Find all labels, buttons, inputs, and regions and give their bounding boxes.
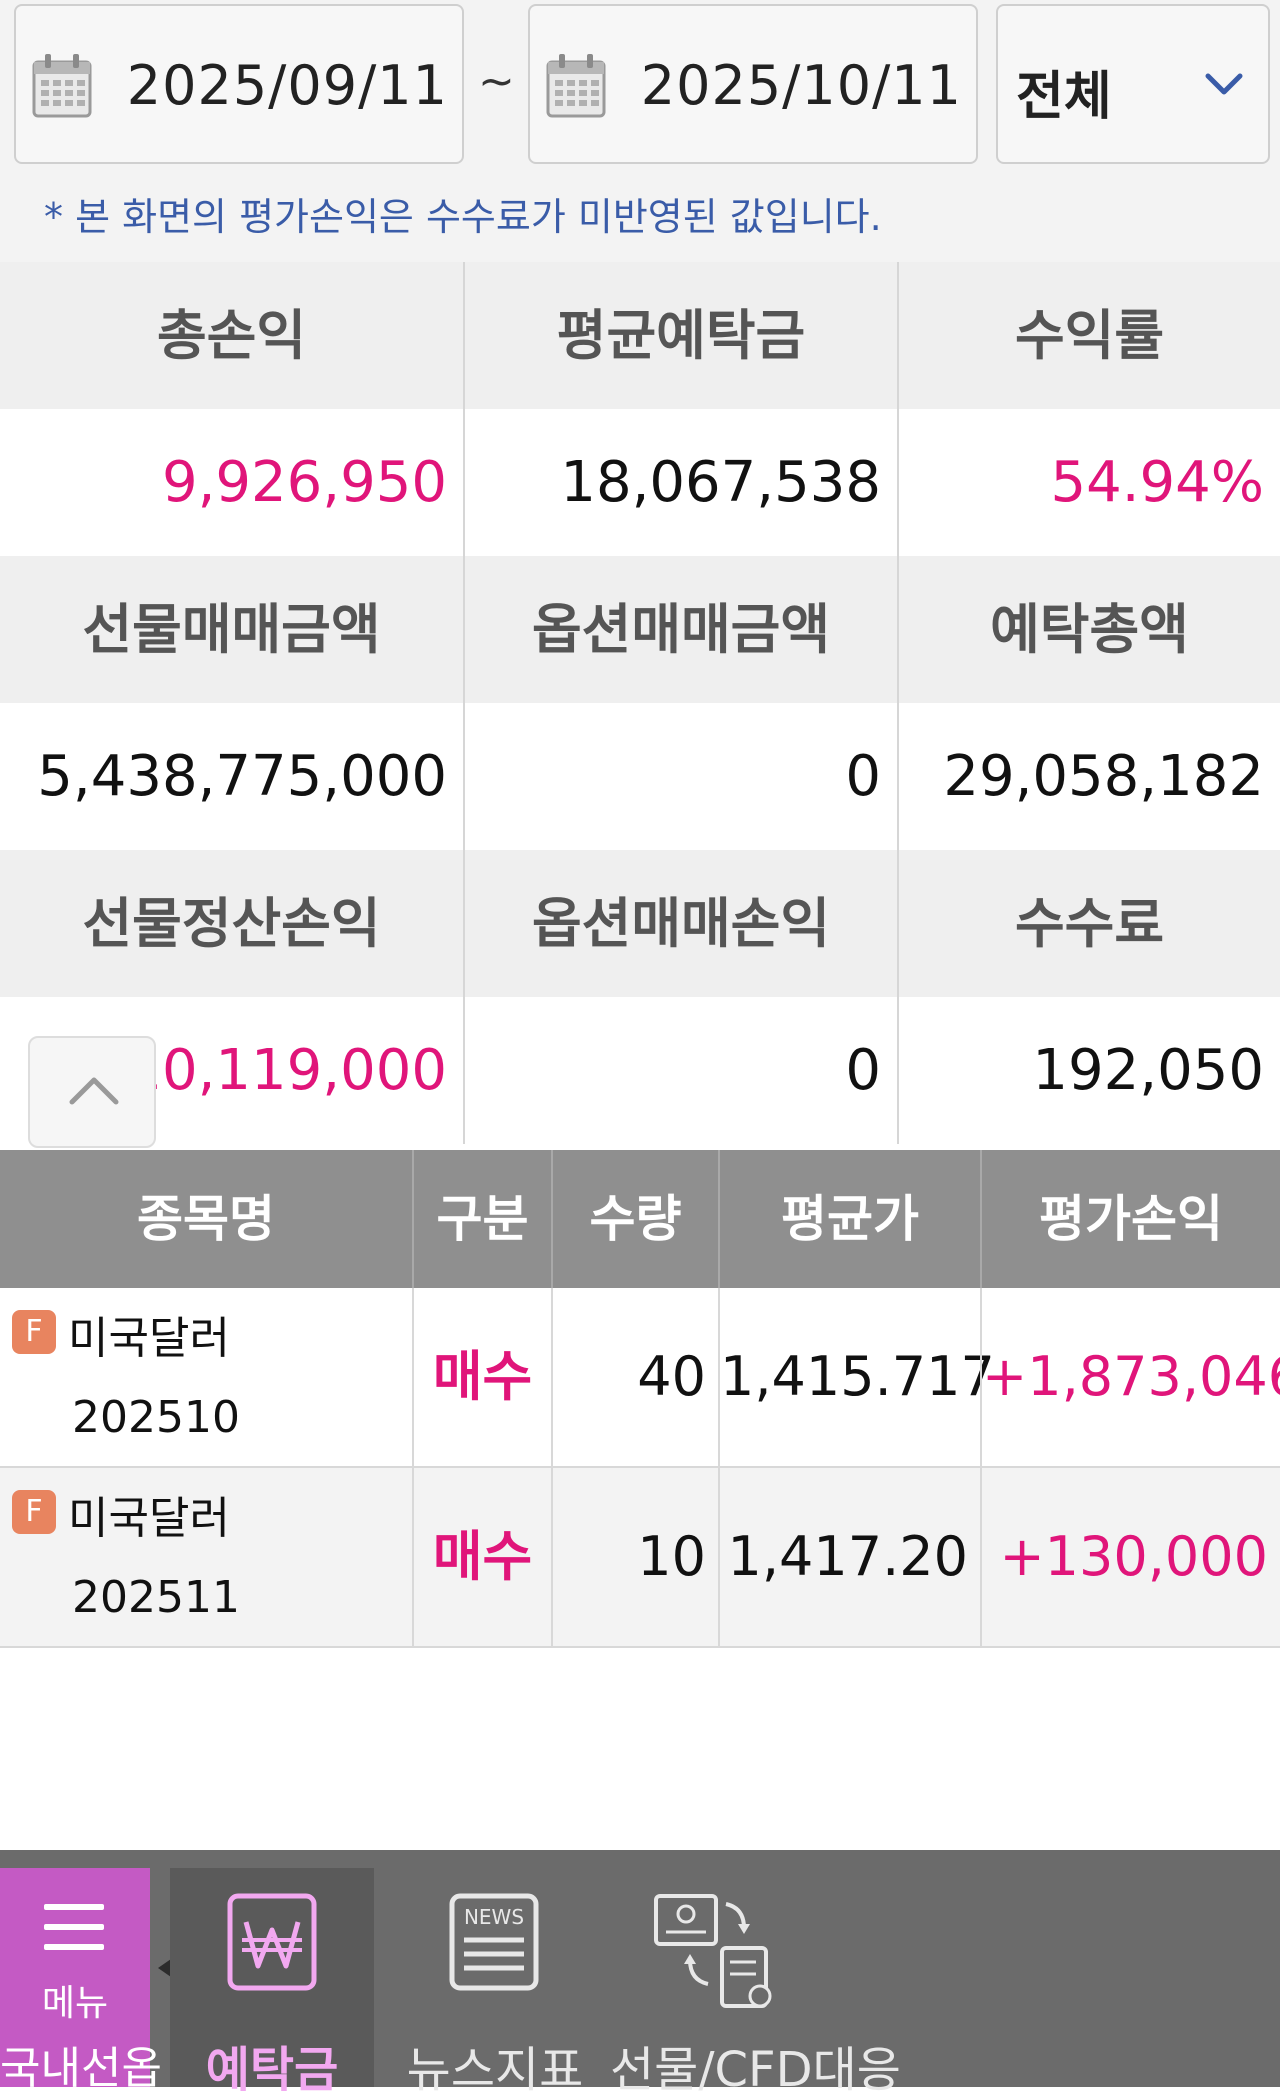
- end-date-text: 2025/10/11: [640, 54, 962, 117]
- deposit-total-value: 29,058,182: [897, 703, 1280, 850]
- news-icon: NEWS: [449, 1893, 539, 1991]
- side-cell: 매수: [412, 1288, 551, 1466]
- futures-badge-icon: F: [12, 1310, 56, 1354]
- instrument-cell: F 미국달러 202510: [0, 1288, 412, 1466]
- return-rate-value: 54.94%: [897, 409, 1280, 556]
- fee-label: 수수료: [897, 850, 1280, 997]
- chevron-down-icon: [1205, 73, 1243, 95]
- options-trade-pl-label: 옵션매매손익: [463, 850, 897, 997]
- futures-settle-pl-label: 선물정산손익: [82, 892, 381, 955]
- menu-label: 메뉴: [41, 1983, 109, 2024]
- avg-deposit-value: 18,067,538: [463, 409, 897, 556]
- table-row[interactable]: F 미국달러 202510 매수 40 1,415.717 +1,873,046: [0, 1288, 1280, 1468]
- table-header-row: 종목명 구분 수량 평균가 평가손익: [0, 1150, 1280, 1288]
- options-trade-pl-value: 0: [463, 997, 897, 1144]
- return-rate-label: 수익률: [897, 262, 1280, 409]
- total-pl-label: 총손익: [156, 304, 307, 367]
- type-select[interactable]: 전체: [996, 4, 1270, 164]
- nav-item-cfd[interactable]: 선물/CFD대응: [610, 1868, 901, 2098]
- column-header-side: 구분: [412, 1150, 551, 1288]
- deposit-total-label: 예탁총액: [897, 556, 1280, 703]
- avg-price-cell: 1,415.717: [718, 1288, 995, 1466]
- menu-sub-label: 국내선옵: [0, 2043, 162, 2094]
- nav-item-label: 선물/CFD대응: [610, 2042, 901, 2098]
- options-trade-amount-label: 옵션매매금액: [463, 556, 897, 703]
- qty-cell: 40: [551, 1288, 718, 1466]
- end-date-field[interactable]: 2025/10/11: [528, 4, 978, 164]
- summary-header-row: 선물정산손익 옵션매매손익 수수료: [0, 850, 1280, 997]
- svg-text:NEWS: NEWS: [464, 1905, 524, 1929]
- cfd-transfer-icon: [654, 1894, 772, 2008]
- type-select-value: 전체: [1016, 67, 1112, 127]
- calendar-icon: [32, 54, 92, 118]
- summary-header-row: 총손익 평균예탁금 수익률: [0, 262, 1280, 409]
- nav-item-label: 예탁금: [205, 2042, 339, 2098]
- summary-value-row: 10,119,000 0 192,050: [0, 997, 1280, 1144]
- qty-cell: 10: [551, 1468, 718, 1646]
- futures-trade-amount-value: 5,438,775,000: [37, 744, 447, 809]
- date-range-separator: ~: [478, 56, 515, 107]
- summary-value-row: 9,926,950 18,067,538 54.94%: [0, 409, 1280, 556]
- avg-deposit-label: 평균예탁금: [463, 262, 897, 409]
- column-header-qty: 수량: [551, 1150, 718, 1288]
- menu-button[interactable]: 메뉴 국내선옵: [0, 1868, 162, 2094]
- hamburger-icon: [44, 1904, 104, 1950]
- instrument-name: 미국달러: [68, 1313, 230, 1364]
- column-header-eval-pl: 평가손익: [980, 1150, 1280, 1288]
- eval-pl-cell: +130,000: [980, 1468, 1280, 1646]
- instrument-name: 미국달러: [68, 1493, 230, 1544]
- bottom-nav: 메뉴 국내선옵 예탁금 NEWS 뉴스지표 선물/CFD대응: [0, 1850, 1280, 2098]
- chevron-up-icon: [69, 1077, 119, 1105]
- summary-value-row: 5,438,775,000 0 29,058,182: [0, 703, 1280, 850]
- table-row[interactable]: F 미국달러 202511 매수 10 1,417.20 +130,000: [0, 1468, 1280, 1648]
- start-date-text: 2025/09/11: [126, 54, 448, 117]
- futures-trade-amount-label: 선물매매금액: [82, 598, 381, 661]
- instrument-code: 202510: [72, 1392, 240, 1443]
- nav-item-deposit[interactable]: 예탁금: [170, 1868, 374, 2098]
- avg-price-cell: 1,417.20: [718, 1468, 980, 1646]
- won-icon: [227, 1893, 317, 1991]
- instrument-cell: F 미국달러 202511: [0, 1468, 412, 1646]
- start-date-field[interactable]: 2025/09/11: [14, 4, 464, 164]
- summary-header-row: 선물매매금액 옵션매매금액 예탁총액: [0, 556, 1280, 703]
- fee-value: 192,050: [897, 997, 1280, 1144]
- side-cell: 매수: [412, 1468, 551, 1646]
- column-header-avg-price: 평균가: [718, 1150, 980, 1288]
- collapse-button[interactable]: [28, 1036, 156, 1148]
- nav-item-label: 뉴스지표: [406, 2042, 584, 2098]
- column-header-name: 종목명: [137, 1190, 275, 1248]
- eval-pl-cell: +1,873,046: [980, 1288, 1280, 1466]
- notice-text: * 본 화면의 평가손익은 수수료가 미반영된 값입니다.: [44, 195, 882, 239]
- total-pl-value: 9,926,950: [161, 450, 447, 515]
- options-trade-amount-value: 0: [463, 703, 897, 850]
- nav-item-news[interactable]: NEWS 뉴스지표: [400, 1868, 590, 2098]
- calendar-icon: [546, 54, 606, 118]
- instrument-code: 202511: [72, 1572, 240, 1623]
- filter-area: 2025/09/11 ~ 2025/10/11 전체 * 본 화면의 평가손익은…: [0, 0, 1280, 262]
- futures-badge-icon: F: [12, 1490, 56, 1534]
